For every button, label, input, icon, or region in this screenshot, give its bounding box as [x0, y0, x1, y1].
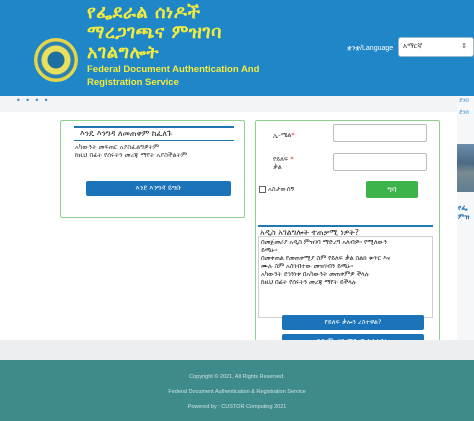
- info-line-6: ከዚህ በፊት የሰሩትን መረጃ ማየት ይችላሉ: [261, 279, 357, 286]
- new-user-info-text: በመጀመሪያ አዲስ ምዝገባ ማድረግ አለብዎ። የሚለውን ይጫኑ። በመ…: [261, 239, 431, 287]
- info-line-2: ይጫኑ።: [261, 247, 278, 254]
- forgot-password-button[interactable]: የይለፍ ቃሎን ረስተዋል?: [282, 315, 424, 330]
- right-sidebar-strip: ደንበ ደንበ የፌ ምዝ: [457, 96, 474, 340]
- sidebar-link-2[interactable]: ደንበ: [459, 110, 469, 117]
- email-label: ኢ-ሜል*: [273, 131, 295, 139]
- guest-section-title: እንዴ እንግዳ ለመጠቀም ከፈለጉ: [74, 126, 234, 141]
- site-title: የፌደራል ሰነዶች ማረጋገጫና ምዝገባ አገልግሎት Federal Do…: [87, 3, 259, 89]
- title-amharic-line-1: የፌደራል ሰነዶች: [87, 2, 201, 23]
- email-field[interactable]: [333, 124, 427, 142]
- guest-line-1: አካውንት መፍጠር አያስፈልግዎትም: [75, 143, 160, 151]
- sub-navbar: [0, 96, 474, 112]
- remember-label: አስታውሰኝ: [268, 185, 295, 193]
- footer-powered-by: Powered by : CUSTOR Computing 2021: [187, 404, 287, 410]
- info-line-3: በመቀጠል የመጠቀሚያ ስም የይለፍ ቃል ስልክ ቁጥር እና: [261, 255, 391, 262]
- chevron-updown-icon: ⇕: [461, 43, 467, 50]
- title-english-line-1: Federal Document Authentication And: [87, 64, 260, 75]
- password-label: የይለፍ * ቃል: [273, 155, 294, 171]
- login-button[interactable]: ግባ: [366, 181, 418, 198]
- sidebar-image: [457, 144, 474, 192]
- info-line-1: በመጀመሪያ አዲስ ምዝገባ ማድረግ አለብዎ። የሚለውን: [261, 239, 387, 246]
- site-footer: Copyright © 2021, All Rights Reserved. F…: [0, 360, 474, 421]
- sidebar-link-1[interactable]: ደንበ: [459, 98, 469, 105]
- title-amharic-line-3: አገልግሎት: [87, 42, 160, 63]
- footer-top-band: [0, 340, 474, 360]
- footer-copyright: Copyright © 2021, All Rights Reserved.: [189, 374, 285, 380]
- language-label: ቋንቋ/Language: [347, 45, 394, 52]
- nav-dots[interactable]: • • • •: [16, 96, 50, 105]
- guest-description: አካውንት መፍጠር አያስፈልግዎትም ከዚህ በፊት የሰሩትን መረጃ ማ…: [75, 143, 187, 159]
- info-line-5: አካውንት ደኅንነቱ በአካውንት መጠቀምዎ ችላሉ: [261, 271, 370, 278]
- footer-organization: Federal Document Authentication & Regist…: [168, 389, 306, 395]
- title-english-line-2: Registration Service: [87, 77, 179, 88]
- password-field[interactable]: [333, 153, 427, 171]
- remember-checkbox[interactable]: [259, 186, 266, 193]
- language-select[interactable]: አማርኛ ⇕: [398, 37, 474, 57]
- emblem-logo: [34, 38, 78, 82]
- guest-line-2: ከዚህ በፊት የሰሩትን መረጃ ማየት አያስችልትም: [75, 151, 188, 159]
- sidebar-heading-2: ምዝ: [458, 213, 470, 221]
- sidebar-heading-1: የፌ: [458, 204, 468, 212]
- info-line-4: ሙሉ ስም አስገብተው መዝገብን ይጫኑ።: [261, 263, 354, 270]
- new-user-info-box: በመጀመሪያ አዲስ ምዝገባ ማድረግ አለብዎ። የሚለውን ይጫኑ። በመ…: [258, 236, 433, 318]
- guest-login-button[interactable]: እንደ እንግዳ ይግቡ: [86, 181, 231, 196]
- guest-card: እንዴ እንግዳ ለመጠቀም ከፈለጉ አካውንት መፍጠር አያስፈልግዎትም…: [60, 120, 245, 218]
- language-selected-value: አማርኛ: [403, 43, 423, 50]
- title-amharic-line-2: ማረጋገጫና ምዝገባ: [87, 22, 222, 43]
